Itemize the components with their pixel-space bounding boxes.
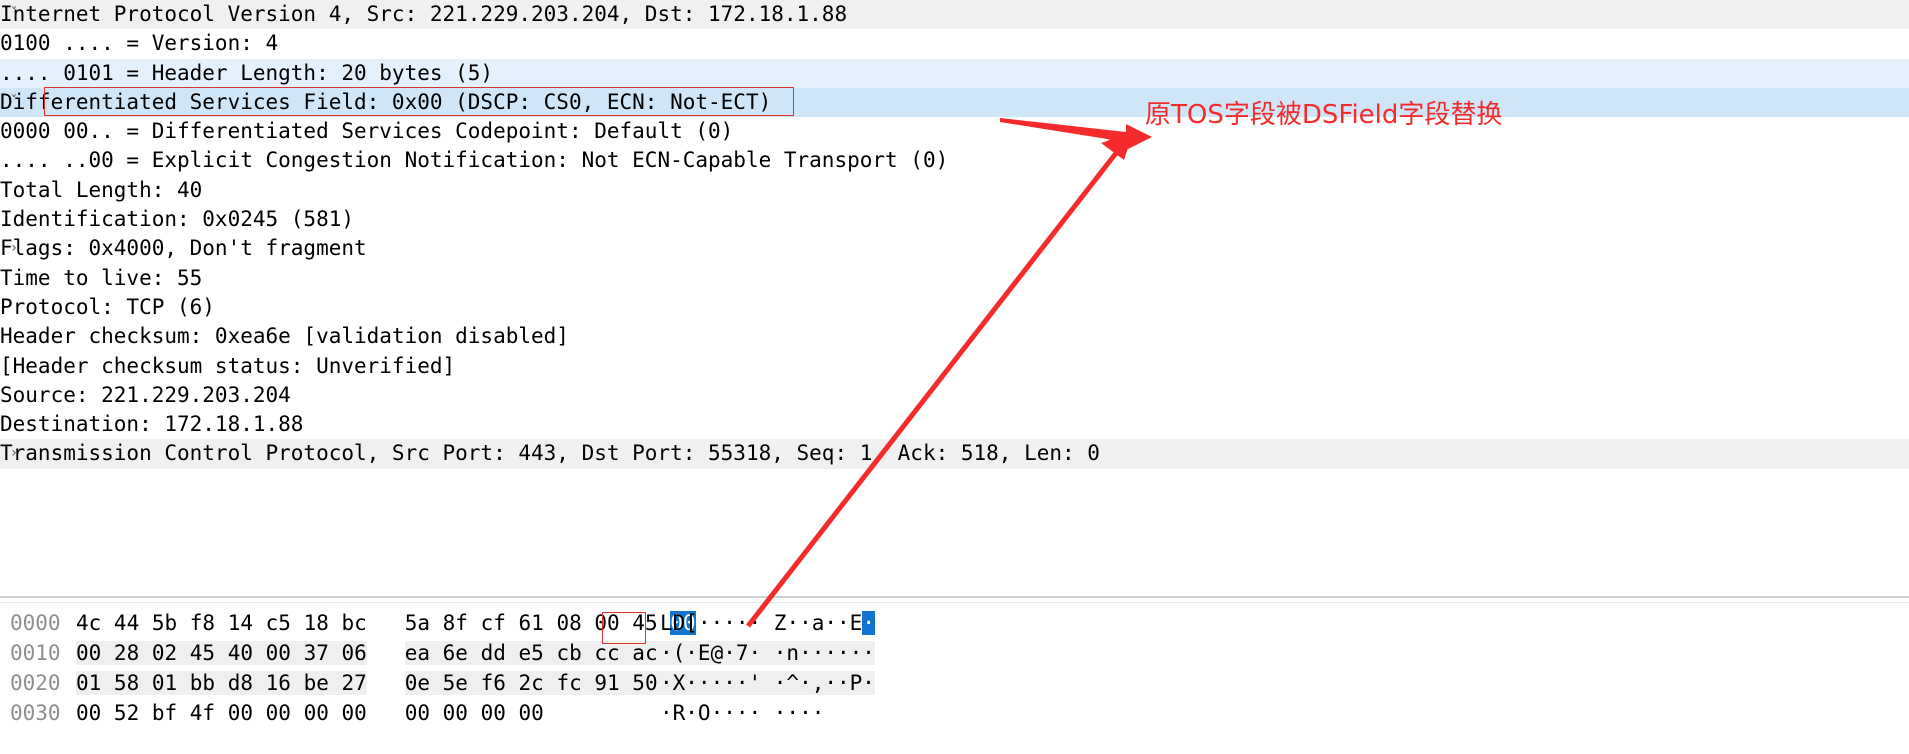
chevron-down-icon[interactable]: ˇ (0, 88, 28, 117)
hex-dump-row[interactable]: 0030 00 52 bf 4f 00 00 00 00 00 00 00 00 ·… (0, 698, 1909, 728)
hex-dump-row[interactable]: 0020 01 58 01 bb d8 16 be 27 0e 5e f6 2c … (0, 668, 1909, 698)
packet-detail-row[interactable]: Total Length: 40 (0, 176, 1909, 205)
hex-dump-row[interactable]: 0010 00 28 02 45 40 00 37 06 ea 6e dd e5 … (0, 638, 1909, 668)
packet-detail-row-label: Time to live: 55 (0, 265, 203, 290)
packet-detail-row[interactable]: [Header checksum status: Unverified] (0, 352, 1909, 381)
packet-detail-row[interactable]: Identification: 0x0245 (581) (0, 205, 1909, 234)
packet-detail-row-label: Protocol: TCP (6) (0, 294, 215, 319)
packet-detail-row-label: 0100 .... = Version: 4 (0, 31, 279, 56)
hex-ascii-group[interactable]: ·(·E@·7· ·n······ (660, 638, 875, 668)
packet-detail-row[interactable]: ˇ Internet Protocol Version 4, Src: 221.2… (0, 0, 1909, 30)
hex-bytes-right: 5a 8f cf 61 08 00 45 (404, 611, 671, 635)
hex-dump-row[interactable]: 0000 4c 44 5b f8 14 c5 18 bc 5a 8f cf 61 … (0, 608, 1909, 638)
packet-detail-row[interactable]: 0100 .... = Version: 4 (0, 29, 1909, 58)
packet-detail-row[interactable]: Destination: 172.18.1.88 (0, 410, 1909, 439)
hex-bytes-group[interactable]: 01 58 01 bb d8 16 be 27 0e 5e f6 2c fc 9… (76, 668, 696, 698)
hex-bytes-left: 4c 44 5b f8 14 c5 18 bc (76, 611, 367, 635)
packet-bytes-pane[interactable]: 0000 4c 44 5b f8 14 c5 18 bc 5a 8f cf 61 … (0, 596, 1909, 754)
hex-offset-label: 0000 (10, 611, 61, 635)
hex-bytes-group[interactable]: 4c 44 5b f8 14 c5 18 bc 5a 8f cf 61 08 0… (76, 608, 696, 638)
hex-ascii-group[interactable]: ·X·····' ·^·,··P· (660, 668, 875, 698)
packet-detail-row-label: Header checksum: 0xea6e [validation disa… (0, 324, 569, 349)
hex-offset-label: 0010 (10, 641, 61, 665)
hex-ascii-text: ·X·····' ·^·,··P· (660, 671, 875, 695)
hex-bytes-left: 00 28 02 45 40 00 37 06 (76, 641, 367, 665)
packet-detail-row-label: Total Length: 40 (0, 177, 203, 202)
packet-detail-row-label: Identification: 0x0245 (581) (0, 207, 355, 232)
chevron-right-icon[interactable]: › (0, 439, 28, 468)
packet-detail-row-label: 0000 00.. = Differentiated Services Code… (0, 119, 734, 144)
hex-bytes-group[interactable]: 00 52 bf 4f 00 00 00 00 00 00 00 00 (76, 698, 544, 728)
chevron-right-icon[interactable]: › (0, 234, 28, 263)
hex-bytes-group[interactable]: 00 28 02 45 40 00 37 06 ea 6e dd e5 cb c… (76, 638, 696, 668)
hex-bytes-left: 00 52 bf 4f 00 00 00 00 (76, 701, 367, 725)
packet-detail-row[interactable]: 0000 00.. = Differentiated Services Code… (0, 117, 1909, 146)
packet-detail-row-label: Transmission Control Protocol, Src Port:… (0, 441, 1100, 466)
hex-ascii-text: ·R·O···· ···· (660, 701, 825, 725)
packet-detail-row[interactable]: .... ..00 = Explicit Congestion Notifica… (0, 146, 1909, 175)
hex-ascii-prefix: LD[ (660, 611, 698, 635)
packet-detail-row-label: Differentiated Services Field: 0x00 (DSC… (0, 89, 772, 114)
annotation-note-text: 原TOS字段被DSField字段替换 (1145, 100, 1503, 130)
packet-detail-row-label: [Header checksum status: Unverified] (0, 353, 456, 378)
packet-detail-row[interactable]: Source: 221.229.203.204 (0, 381, 1909, 410)
packet-detail-row-label: Flags: 0x4000, Don't fragment (0, 236, 367, 261)
packet-detail-row-label: Source: 221.229.203.204 (0, 382, 291, 407)
packet-detail-row-label: .... 0101 = Header Length: 20 bytes (5) (0, 60, 494, 85)
packet-detail-pane[interactable]: ˇ Internet Protocol Version 4, Src: 221.2… (0, 0, 1909, 596)
hex-bytes-right: ea 6e dd e5 cb cc ac 12 (404, 641, 696, 665)
hex-ascii-selected-char[interactable]: · (862, 611, 875, 635)
hex-offset-label: 0020 (10, 671, 61, 695)
hex-ascii-text: ····· Z··a··E (697, 611, 863, 635)
hex-bytes-right: 0e 5e f6 2c fc 91 50 10 (404, 671, 696, 695)
hex-offset-label: 0030 (10, 701, 61, 725)
packet-detail-row[interactable]: › Flags: 0x4000, Don't fragment (0, 234, 1909, 263)
packet-detail-row-label: .... ..00 = Explicit Congestion Notifica… (0, 148, 949, 173)
hex-bytes-left: 01 58 01 bb d8 16 be 27 (76, 671, 367, 695)
hex-ascii-group[interactable]: ·R·O···· ···· (660, 698, 824, 728)
hex-bytes-right: 00 00 00 00 (404, 701, 544, 725)
packet-detail-row[interactable]: Protocol: TCP (6) (0, 293, 1909, 322)
packet-detail-row[interactable]: Header checksum: 0xea6e [validation disa… (0, 322, 1909, 351)
packet-detail-row[interactable]: Time to live: 55 (0, 264, 1909, 293)
hex-ascii-text: ·(·E@·7· ·n······ (660, 641, 875, 665)
hex-ascii-group[interactable]: LD[····· Z··a··E· (660, 608, 875, 638)
packet-detail-row[interactable]: › Transmission Control Protocol, Src Port… (0, 439, 1909, 469)
packet-detail-row-label: Internet Protocol Version 4, Src: 221.22… (0, 2, 848, 26)
packet-detail-row[interactable]: .... 0101 = Header Length: 20 bytes (5) (0, 58, 1909, 88)
packet-detail-row[interactable]: ˇ Differentiated Services Field: 0x00 (DS… (0, 87, 1909, 118)
packet-detail-row-label: Destination: 172.18.1.88 (0, 412, 304, 437)
chevron-down-icon[interactable]: ˇ (0, 0, 28, 29)
